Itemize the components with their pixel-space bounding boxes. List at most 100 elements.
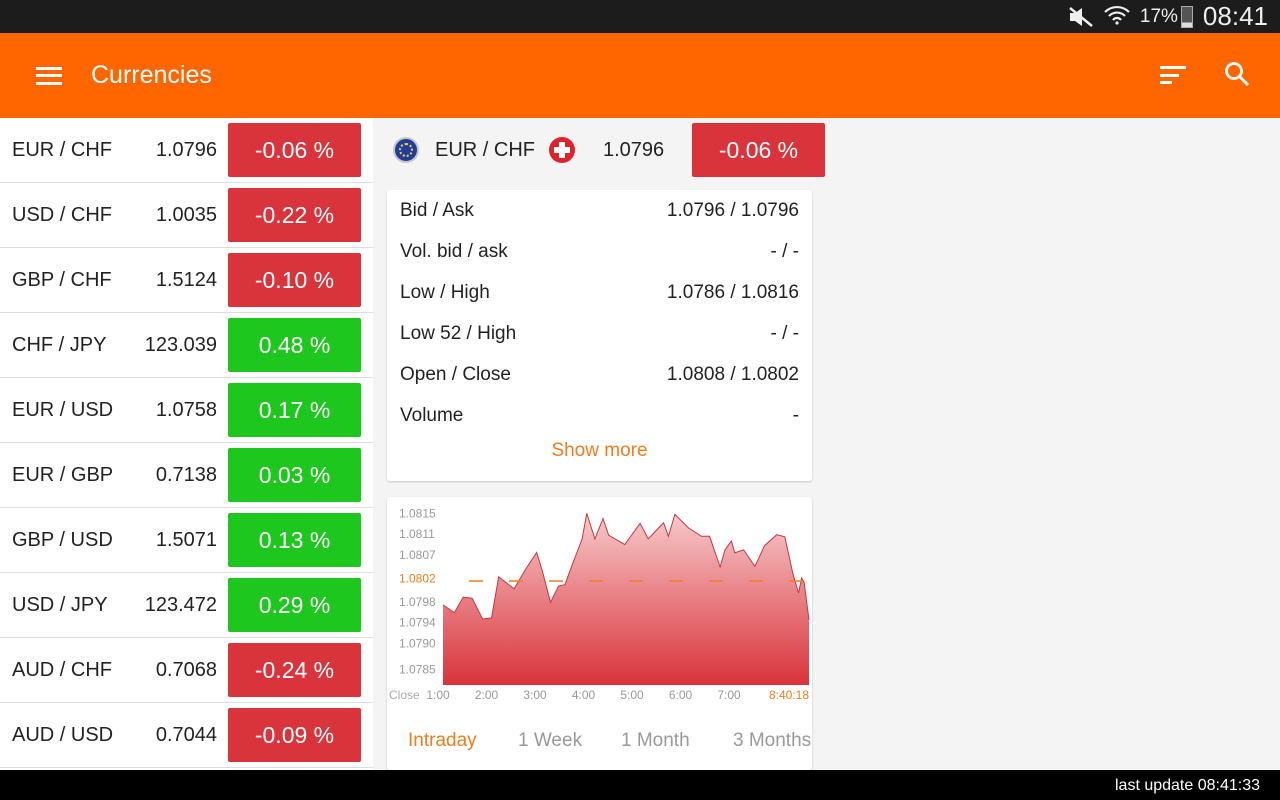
app-toolbar: Currencies: [0, 33, 1280, 118]
currency-row[interactable]: USD / JPY 123.472 0.29 %: [0, 573, 373, 638]
detail-value: 1.0796 / 1.0796: [666, 199, 799, 221]
change-badge: 0.13 %: [228, 513, 361, 567]
sort-icon[interactable]: [1160, 66, 1186, 84]
currency-price: 0.7044: [155, 723, 217, 746]
currency-price: 123.472: [144, 593, 217, 616]
search-icon[interactable]: [1224, 61, 1250, 87]
change-badge: -0.24 %: [228, 643, 361, 697]
detail-label: Volume: [400, 404, 464, 426]
tab-1-week[interactable]: 1 Week: [518, 730, 582, 752]
currency-pair: EUR / GBP: [12, 463, 114, 486]
currency-pair: GBP / USD: [12, 528, 113, 551]
detail-row: Low 52 / High - / -: [387, 313, 812, 354]
change-badge: 0.48 %: [228, 318, 361, 372]
currency-list: EUR / CHF 1.0796 -0.06 % USD / CHF 1.0035 -0.…: [0, 118, 373, 770]
detail-value: - / -: [770, 322, 800, 344]
x-tick-label: 1:00: [426, 688, 450, 702]
currency-row[interactable]: GBP / USD 1.5071 0.13 %: [0, 508, 373, 573]
detail-pair: EUR / CHF: [435, 138, 535, 161]
currency-pair: USD / CHF: [12, 203, 112, 226]
currency-pair: USD / JPY: [12, 593, 108, 616]
battery-icon: [1180, 5, 1193, 28]
currency-price: 1.0796: [155, 138, 217, 161]
currency-pair: EUR / USD: [12, 398, 114, 421]
y-tick-label: 1.0794: [399, 616, 436, 630]
price-chart: 1.0815 1.0811 1.0807 1.0802 1.0798 1.0794 1.07…: [389, 506, 810, 702]
currency-row[interactable]: GBP / CHF 1.5124 -0.10 %: [0, 248, 373, 313]
change-badge: -0.10 %: [228, 253, 361, 307]
currency-price: 0.7138: [155, 463, 217, 486]
detail-change-badge: -0.06 %: [692, 123, 825, 177]
x-tick-label: 2:00: [475, 688, 499, 702]
mute-icon: [1069, 6, 1093, 27]
x-tick-label: 7:00: [717, 688, 741, 702]
currency-row[interactable]: AUD / CHF 0.7068 -0.24 %: [0, 638, 373, 703]
detail-label: Bid / Ask: [400, 199, 474, 221]
currency-row[interactable]: USD / CHF 1.0035 -0.22 %: [0, 183, 373, 248]
detail-price: 1.0796: [603, 138, 665, 161]
currency-price: 1.0035: [155, 203, 217, 226]
menu-icon[interactable]: [36, 66, 62, 85]
detail-row: Bid / Ask 1.0796 / 1.0796: [387, 190, 812, 231]
x-tick-label: 6:00: [669, 688, 693, 702]
detail-row: Open / Close 1.0808 / 1.0802: [387, 354, 812, 395]
currency-row[interactable]: EUR / USD 1.0758 0.17 %: [0, 378, 373, 443]
x-end-label: 8:40:18: [769, 688, 809, 702]
y-tick-label: 1.0815: [399, 506, 436, 520]
show-more-link[interactable]: Show more: [387, 440, 812, 462]
detail-label: Low / High: [400, 281, 490, 303]
currency-pair: CHF / JPY: [12, 333, 107, 356]
tab-1-month[interactable]: 1 Month: [621, 730, 690, 752]
price-area: [443, 513, 809, 685]
currency-price: 0.7068: [155, 658, 217, 681]
currency-pair: GBP / CHF: [12, 268, 112, 291]
detail-row: Vol. bid / ask - / -: [387, 231, 812, 272]
tab-intraday[interactable]: Intraday: [408, 730, 477, 752]
detail-value: 1.0808 / 1.0802: [666, 363, 799, 385]
last-update: last update 08:41:33: [1114, 777, 1260, 794]
y-tick-label: 1.0807: [399, 548, 436, 562]
currency-row[interactable]: EUR / GBP 0.7138 0.03 %: [0, 443, 373, 508]
currency-row[interactable]: AUD / USD 0.7044 -0.09 %: [0, 703, 373, 768]
intraday-chart-card: 1.0815 1.0811 1.0807 1.0802 1.0798 1.0794 1.07…: [387, 497, 812, 770]
quote-details-card: Bid / Ask 1.0796 / 1.0796 Vol. bid / ask - …: [387, 190, 812, 481]
currency-price: 1.0758: [155, 398, 217, 421]
clock: 08:41: [1202, 1, 1268, 31]
currency-pair: AUD / USD: [12, 723, 114, 746]
currency-price: 123.039: [144, 333, 217, 356]
change-badge: -0.22 %: [228, 188, 361, 242]
currency-row[interactable]: CHF / JPY 123.039 0.48 %: [0, 313, 373, 378]
page-title: Currencies: [91, 61, 212, 89]
detail-label: Open / Close: [400, 363, 511, 385]
y-tick-label: 1.0798: [399, 595, 436, 609]
change-badge: 0.29 %: [228, 578, 361, 632]
detail-value: - / -: [770, 240, 800, 262]
change-badge: -0.09 %: [228, 708, 361, 762]
currency-price: 1.5124: [155, 268, 217, 291]
swiss-flag-icon: [549, 137, 575, 163]
tab-3-months[interactable]: 3 Months: [733, 730, 811, 752]
y-tick-label: 1.0811: [399, 527, 435, 541]
currency-pair: EUR / CHF: [12, 138, 112, 161]
detail-value: 1.0786 / 1.0816: [666, 281, 799, 303]
detail-label: Low 52 / High: [400, 322, 517, 344]
y-tick-label: 1.0790: [399, 636, 436, 650]
x-tick-label: 4:00: [572, 688, 596, 702]
wifi-icon: [1104, 5, 1130, 25]
status-bar: 17% 08:41: [0, 0, 1280, 33]
change-badge: 0.17 %: [228, 383, 361, 437]
x-tick-label: 5:00: [620, 688, 644, 702]
detail-header: EUR / CHF 1.0796 -0.06 %: [387, 123, 825, 177]
x-start-label: Close: [389, 688, 420, 702]
change-badge: -0.06 %: [228, 123, 361, 177]
battery-percent: 17%: [1139, 5, 1178, 27]
currency-pair: AUD / CHF: [12, 658, 112, 681]
detail-label: Vol. bid / ask: [400, 240, 508, 262]
x-tick-label: 3:00: [523, 688, 547, 702]
detail-value: -: [792, 404, 799, 426]
currency-price: 1.5071: [155, 528, 217, 551]
detail-row: Volume -: [387, 395, 812, 436]
currency-row[interactable]: EUR / CHF 1.0796 -0.06 %: [0, 118, 373, 183]
last-update-bar: last update 08:41:33: [0, 770, 1280, 800]
y-tick-label: 1.0785: [399, 662, 436, 676]
